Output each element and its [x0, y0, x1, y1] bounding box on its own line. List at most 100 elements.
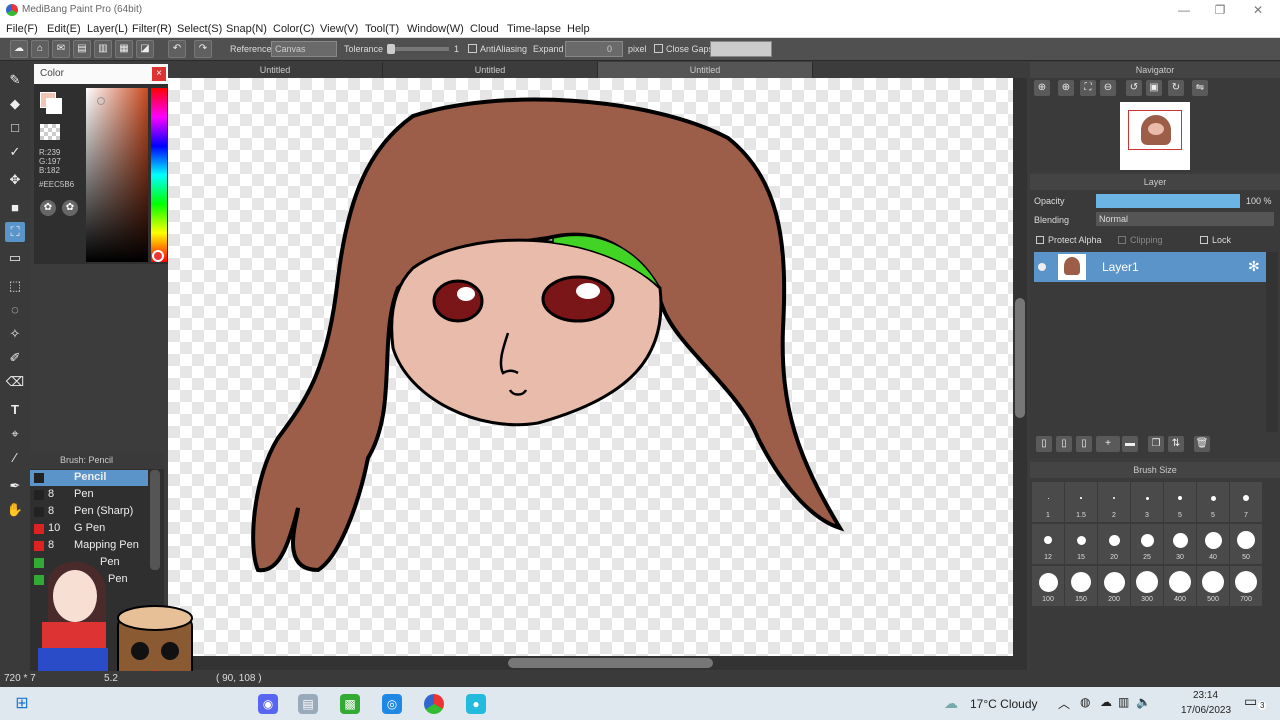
brush-size-cell[interactable]: 5: [1164, 482, 1196, 522]
menu-select[interactable]: Select(S): [177, 23, 222, 35]
sv-picker-cursor[interactable]: [97, 97, 105, 105]
volume-icon[interactable]: 🔈: [1136, 695, 1151, 709]
lock-checkbox[interactable]: [1200, 236, 1208, 244]
minimize-button[interactable]: —: [1166, 0, 1202, 21]
gradient-tool-icon[interactable]: ▭: [5, 248, 25, 268]
menu-layer[interactable]: Layer(L): [87, 23, 128, 35]
background-color-swatch[interactable]: [46, 98, 62, 114]
brush-size-cell[interactable]: 2: [1098, 482, 1130, 522]
brush-item[interactable]: 8 Pen: [30, 487, 148, 503]
rotate-left-icon[interactable]: ↺: [1126, 80, 1142, 96]
rect-tool-icon[interactable]: □: [5, 118, 25, 138]
horizontal-scrollbar-thumb[interactable]: [508, 658, 713, 668]
comic-icon[interactable]: ▤: [73, 40, 91, 58]
browser-icon[interactable]: ◎: [382, 694, 402, 714]
weather-text[interactable]: 17°C Cloudy: [970, 697, 1038, 711]
eraser-tool-icon[interactable]: ◆: [5, 94, 25, 114]
horizontal-scrollbar[interactable]: [168, 656, 1027, 670]
lasso-tool-icon[interactable]: ◌: [5, 300, 25, 320]
vertical-scrollbar-thumb[interactable]: [1015, 298, 1025, 418]
select-pen-icon[interactable]: ✐: [5, 348, 25, 368]
delete-layer-icon[interactable]: 🗑: [1194, 436, 1210, 452]
brush-size-cell[interactable]: 500: [1197, 566, 1229, 606]
minecraft-icon[interactable]: ▩: [340, 694, 360, 714]
tolerance-slider-handle[interactable]: [387, 44, 395, 54]
brush-size-cell[interactable]: 20: [1098, 524, 1130, 564]
brush-size-cell[interactable]: 1.5: [1065, 482, 1097, 522]
close-gaps-input[interactable]: [710, 41, 772, 57]
brush-size-cell[interactable]: 1: [1032, 482, 1064, 522]
maximize-button[interactable]: ❐: [1202, 0, 1238, 21]
layer-visibility-icon[interactable]: [1038, 263, 1046, 271]
page-icon[interactable]: ▥: [94, 40, 112, 58]
menu-window[interactable]: Window(W): [407, 23, 464, 35]
transform-icon[interactable]: ◪: [136, 40, 154, 58]
fit-screen-icon[interactable]: ⛶: [1080, 80, 1096, 96]
blending-select[interactable]: Normal: [1096, 212, 1274, 226]
divide-tool-icon[interactable]: ⁄: [5, 448, 25, 468]
new-layer-1bit-icon[interactable]: ▯: [1076, 436, 1092, 452]
brush-size-cell[interactable]: 40: [1197, 524, 1229, 564]
brush-size-cell[interactable]: 25: [1131, 524, 1163, 564]
save-icon[interactable]: ⌂: [31, 40, 49, 58]
medibang-taskbar-icon[interactable]: [424, 694, 444, 714]
add-layer-menu-icon[interactable]: +: [1096, 436, 1120, 452]
eyedropper-icon[interactable]: ✒: [5, 476, 25, 496]
navigator-thumbnail[interactable]: [1120, 102, 1190, 170]
drawing-canvas[interactable]: [168, 78, 1013, 656]
select-eraser-icon[interactable]: ⌫: [5, 372, 25, 392]
chat-app-icon[interactable]: ●: [466, 694, 486, 714]
text-tool-icon[interactable]: T: [5, 400, 25, 420]
brush-size-cell[interactable]: 50: [1230, 524, 1262, 564]
zoom-fit-icon[interactable]: ⊕: [1058, 80, 1074, 96]
layer-row[interactable]: Layer1 ✻: [1034, 252, 1266, 282]
clipping-checkbox[interactable]: [1118, 236, 1126, 244]
navigator-viewport[interactable]: [1128, 110, 1182, 150]
brush-tool-icon[interactable]: ✎: [5, 70, 25, 90]
menu-snap[interactable]: Snap(N): [226, 23, 267, 35]
menu-help[interactable]: Help: [567, 23, 590, 35]
vertical-scrollbar[interactable]: [1013, 78, 1027, 656]
move-tool-icon[interactable]: ✥: [5, 170, 25, 190]
hand-tool-icon[interactable]: ✋: [5, 500, 25, 520]
bucket-tool-icon[interactable]: ⛶: [5, 222, 25, 242]
clock-date[interactable]: 17/06/2023: [1181, 705, 1231, 716]
close-gaps-checkbox[interactable]: [654, 44, 663, 53]
redo-icon[interactable]: ↷: [194, 40, 212, 58]
brush-size-cell[interactable]: 700: [1230, 566, 1262, 606]
brush-size-cell[interactable]: 150: [1065, 566, 1097, 606]
zoom-in-icon[interactable]: ⊕: [1034, 80, 1050, 96]
brush-size-cell[interactable]: 5: [1197, 482, 1229, 522]
new-layer-8bit-icon[interactable]: ▯: [1056, 436, 1072, 452]
hue-slider[interactable]: [151, 88, 167, 262]
undo-icon[interactable]: ↶: [168, 40, 186, 58]
menu-timelapse[interactable]: Time-lapse: [507, 23, 561, 35]
duplicate-layer-icon[interactable]: ❐: [1148, 436, 1164, 452]
palette-icon[interactable]: ✿: [40, 200, 56, 216]
operation-tool-icon[interactable]: ⌖: [5, 424, 25, 444]
windows-start-icon[interactable]: ⊞: [12, 694, 32, 714]
brush-item[interactable]: 8 Pen (Sharp): [30, 504, 148, 520]
tab-untitled-3[interactable]: Untitled: [598, 62, 813, 78]
menu-view[interactable]: View(V): [320, 23, 358, 35]
brush-size-cell[interactable]: 400: [1164, 566, 1196, 606]
tray-chevron-icon[interactable]: ︿: [1058, 695, 1070, 712]
layer-settings-icon[interactable]: ✻: [1248, 258, 1260, 275]
hue-slider-handle[interactable]: [152, 250, 164, 262]
menu-filter[interactable]: Filter(R): [132, 23, 172, 35]
rotate-right-icon[interactable]: ↻: [1168, 80, 1184, 96]
magic-wand-icon[interactable]: ✧: [5, 324, 25, 344]
brush-size-cell[interactable]: 7: [1230, 482, 1262, 522]
network-icon[interactable]: ▥: [1118, 695, 1129, 709]
menu-edit[interactable]: Edit(E): [47, 23, 81, 35]
brush-size-cell[interactable]: 30: [1164, 524, 1196, 564]
reference-select[interactable]: Canvas: [271, 41, 337, 57]
tray-app-icon[interactable]: ◍: [1080, 695, 1090, 709]
brush-size-cell[interactable]: 15: [1065, 524, 1097, 564]
merge-layer-icon[interactable]: ⇅: [1168, 436, 1184, 452]
cloud-icon[interactable]: ☁: [10, 40, 28, 58]
dot-tool-icon[interactable]: ✓: [5, 142, 25, 162]
layer-list-scrollbar[interactable]: [1266, 252, 1278, 432]
notification-icon[interactable]: ▭: [1244, 693, 1257, 710]
flip-icon[interactable]: ⇋: [1192, 80, 1208, 96]
